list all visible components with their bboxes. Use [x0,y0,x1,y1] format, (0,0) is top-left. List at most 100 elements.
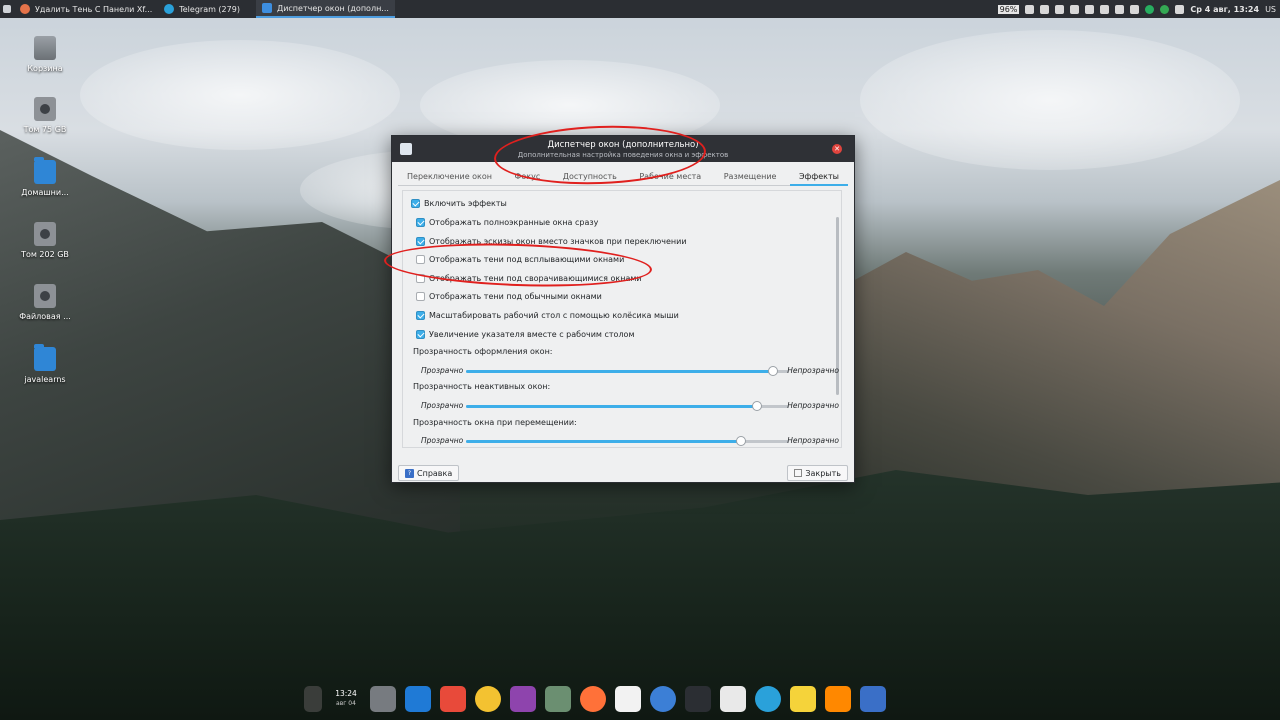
calculator-icon[interactable] [720,686,746,712]
slider-label: Прозрачность неактивных окон: [413,382,551,391]
desktop-icon-label: javalearns [24,375,66,384]
desktop-icon-trash[interactable]: Корзина [15,36,75,73]
shield-icon[interactable] [1070,4,1080,14]
firefox-icon [20,4,30,14]
notes-icon[interactable] [790,686,816,712]
panel-menu[interactable] [0,0,14,18]
notes-icon[interactable] [1025,4,1035,14]
desktop-icon-label: Том 75 GB [23,125,67,134]
taskbar-item-label: Диспетчер окон (дополн... [276,3,389,13]
keyboard-icon[interactable] [1040,4,1050,14]
slider-track[interactable] [466,436,789,446]
checkbox-label: Отображать тени под всплывающими окнами [429,255,625,264]
close-icon[interactable]: ✕ [832,144,842,154]
calendar-icon[interactable] [440,686,466,712]
slider-track[interactable] [466,401,789,411]
home-folder-icon [34,157,56,184]
google-icon[interactable] [1160,4,1170,14]
weather-icon[interactable] [650,686,676,712]
option-zoom-pointer[interactable]: Увеличение указателя вместе с рабочим ст… [416,330,635,339]
slider-track[interactable] [466,366,789,376]
desktop-icon-volume-75[interactable]: Том 75 GB [15,97,75,134]
tab-workspaces[interactable]: Рабочие места [630,170,710,186]
option-fullscreen-immediately[interactable]: Отображать полноэкранные окна сразу [416,218,598,227]
desktop-icon-home[interactable]: Домашни... [15,157,75,197]
option-normal-shadows[interactable]: Отображать тени под обычными окнами [416,292,602,301]
desktop-icon[interactable] [405,686,431,712]
tab-window-cycling[interactable]: Переключение окон [398,170,501,186]
checkbox-indicator [416,218,425,227]
archive-icon[interactable] [545,686,571,712]
option-popup-shadows[interactable]: Отображать тени под всплывающими окнами [416,255,624,264]
disk-icon [34,97,56,121]
bluetooth-icon[interactable] [1175,4,1185,14]
battery-indicator[interactable]: 96% [997,4,1020,14]
wm-tweaks-dialog: Диспетчер окон (дополнительно) Дополните… [391,135,855,483]
folder-icon[interactable] [1115,4,1125,14]
disk-utility-icon[interactable] [475,686,501,712]
option-zoom-desktop[interactable]: Масштабировать рабочий стол с помощью ко… [416,311,679,320]
clip-icon[interactable] [1055,4,1065,14]
dock: 13:24 авг 04 [304,680,984,718]
slider-high-label: Непрозрачно [787,401,839,410]
network-icon[interactable] [1130,4,1140,14]
inactive-opacity-slider[interactable]: Прозрачно Непрозрачно [421,400,839,412]
check-icon[interactable] [1085,4,1095,14]
software-store-icon[interactable] [615,686,641,712]
taskbar-item-wm-tweaks[interactable]: Диспетчер окон (дополн... [255,0,395,18]
taskbar-item-browser[interactable]: Удалить Тень С Панели Xf... [14,0,158,18]
close-button[interactable]: Закрыть [787,465,848,481]
enable-effects-checkbox[interactable]: Включить эффекты [411,199,507,208]
desktop-icon-volume-202[interactable]: Том 202 GB [15,222,75,259]
tab-bar: Переключение окон Фокус Доступность Рабо… [398,170,848,186]
firefox-icon[interactable] [580,686,606,712]
telegram-icon[interactable] [755,686,781,712]
slider-label: Прозрачность окна при перемещении: [413,418,577,427]
option-minimize-shadows[interactable]: Отображать тени под сворачивающимися окн… [416,274,642,283]
checkbox-indicator [411,199,420,208]
effects-panel: Включить эффекты Отображать полноэкранны… [402,190,842,448]
decoration-opacity-slider[interactable]: Прозрачно Непрозрачно [421,365,839,377]
desktop-icon-label: Том 202 GB [21,250,69,259]
slider-high-label: Непрозрачно [787,366,839,375]
help-button[interactable]: ? Справка [398,465,460,481]
tab-focus[interactable]: Фокус [506,170,550,186]
checkbox-indicator [416,311,425,320]
vlc-icon[interactable] [825,686,851,712]
battery-monitor-icon[interactable] [304,686,322,712]
window-manager-icon [400,143,412,155]
slider-handle[interactable] [767,366,778,376]
dock-date: авг 04 [336,700,356,707]
taskbar-item-telegram[interactable]: Telegram (279) [158,0,246,18]
trash-icon[interactable] [370,686,396,712]
dock-clock[interactable]: 13:24 авг 04 [331,689,361,709]
option-window-previews[interactable]: Отображать эскизы окон вместо значков пр… [416,237,687,246]
dock-time: 13:24 [335,689,357,698]
help-icon: ? [405,468,414,478]
taskbar-item-label: Telegram (279) [179,4,240,14]
terminal-icon[interactable] [685,686,711,712]
tab-accessibility[interactable]: Доступность [554,170,626,186]
dialog-title: Диспетчер окон (дополнительно) [547,140,699,150]
checkbox-indicator [416,330,425,339]
close-icon [794,469,803,477]
slider-handle[interactable] [751,401,762,411]
checkbox-label: Отображать тени под обычными окнами [429,292,602,301]
settings-icon[interactable] [860,686,886,712]
folder-icon [34,344,56,371]
keyboard-layout[interactable]: US [1265,5,1276,14]
disk-icon [34,284,56,308]
clock[interactable]: Ср 4 авг, 13:24 [1190,5,1259,14]
move-opacity-slider[interactable]: Прозрачно Непрозрачно [421,435,839,447]
dialog-titlebar[interactable]: Диспетчер окон (дополнительно) Дополните… [392,136,854,162]
slider-handle[interactable] [735,436,746,446]
color-picker-icon[interactable] [510,686,536,712]
update-icon[interactable] [1145,4,1155,14]
tab-effects[interactable]: Эффекты [789,170,848,186]
volume-icon[interactable] [1100,4,1110,14]
trash-icon [34,36,56,60]
desktop-icon-filesystem[interactable]: Файловая ... [15,284,75,321]
tab-placement[interactable]: Размещение [715,170,786,186]
slider-fill [466,405,757,408]
desktop-icon-javalearns[interactable]: javalearns [15,344,75,384]
